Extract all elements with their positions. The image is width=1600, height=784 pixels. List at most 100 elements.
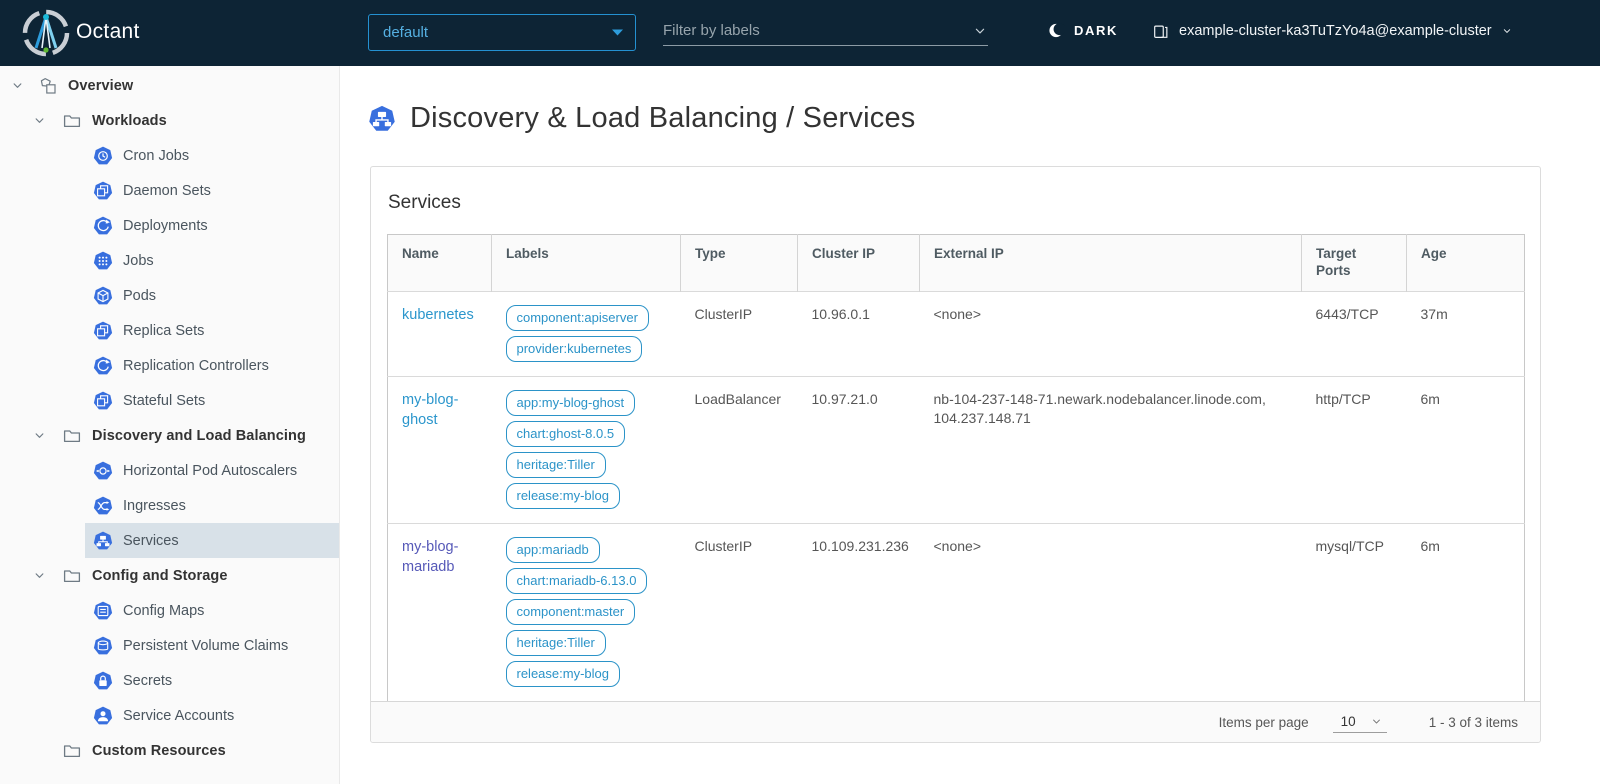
sidebar-item-label: Replication Controllers <box>123 358 269 374</box>
chevron-down-icon[interactable] <box>8 77 26 95</box>
sidebar-item-replication-controllers[interactable]: Replication Controllers <box>85 348 339 383</box>
label-pill[interactable]: component:master <box>506 599 636 625</box>
sidebar-item-ingresses[interactable]: Ingresses <box>85 488 339 523</box>
sidebar-item-label: Discovery and Load Balancing <box>92 428 306 444</box>
sidebar-item-label: Workloads <box>92 113 167 129</box>
octant-logo[interactable] <box>22 9 70 57</box>
sidebar-item-services[interactable]: Services <box>85 523 339 558</box>
sidebar-item-deployments[interactable]: Deployments <box>85 208 339 243</box>
cell-cluster-ip: 10.97.21.0 <box>798 377 920 524</box>
items-per-page-label: Items per page <box>1219 715 1309 730</box>
sidebar-item-label: Cron Jobs <box>123 148 189 164</box>
app-title[interactable]: Octant <box>76 20 140 44</box>
sidebar-group-custom-resources[interactable]: Custom Resources <box>0 733 339 768</box>
sidebar-item-label: Deployments <box>123 218 208 234</box>
sidebar-item-secrets[interactable]: Secrets <box>85 663 339 698</box>
label-pill[interactable]: heritage:Tiller <box>506 452 606 478</box>
label-pill[interactable]: chart:mariadb-6.13.0 <box>506 568 648 594</box>
chevron-placeholder <box>30 742 48 760</box>
app-header: Octant default DARK example-cluster-ka3T… <box>0 0 1600 66</box>
sidebar-item-label: Daemon Sets <box>123 183 211 199</box>
chevron-down-icon <box>1370 715 1383 728</box>
sidebar-item-overview[interactable]: Overview <box>0 68 339 103</box>
sidebar-item-label: Services <box>123 533 179 549</box>
cell-target-ports: 6443/TCP <box>1302 292 1407 377</box>
sidebar-item-config-maps[interactable]: Config Maps <box>85 593 339 628</box>
overview-icon <box>38 76 58 96</box>
label-list: app:mariadb chart:mariadb-6.13.0 compone… <box>506 537 667 687</box>
label-pill[interactable]: provider:kubernetes <box>506 336 643 362</box>
sidebar-item-label: Ingresses <box>123 498 186 514</box>
cell-external-ip: <none> <box>920 292 1302 377</box>
chevron-down-icon[interactable] <box>30 567 48 585</box>
sidebar-item-cron-jobs[interactable]: Cron Jobs <box>85 138 339 173</box>
sidebar-item-stateful-sets[interactable]: Stateful Sets <box>85 383 339 418</box>
cluster-icon <box>1152 22 1170 40</box>
sidebar-group-discovery-load-balancing[interactable]: Discovery and Load Balancing <box>0 418 339 453</box>
items-per-page-select[interactable]: 10 <box>1333 712 1387 733</box>
cell-age: 6m <box>1407 524 1525 702</box>
folder-icon <box>62 566 82 586</box>
pod-icon <box>93 286 113 306</box>
cell-type: ClusterIP <box>681 292 798 377</box>
pagination-range: 1 - 3 of 3 items <box>1429 715 1518 730</box>
sidebar-item-label: Service Accounts <box>123 708 234 724</box>
service-icon <box>368 105 396 133</box>
sidebar-item-jobs[interactable]: Jobs <box>85 243 339 278</box>
sidebar-item-persistent-volume-claims[interactable]: Persistent Volume Claims <box>85 628 339 663</box>
sidebar-group-config-and-storage[interactable]: Config and Storage <box>0 558 339 593</box>
folder-icon <box>62 426 82 446</box>
replication-controller-icon <box>93 356 113 376</box>
sidebar-item-replica-sets[interactable]: Replica Sets <box>85 313 339 348</box>
sidebar-item-daemon-sets[interactable]: Daemon Sets <box>85 173 339 208</box>
sidebar-item-label: Horizontal Pod Autoscalers <box>123 463 297 479</box>
dark-mode-label: DARK <box>1074 23 1118 38</box>
cell-age: 37m <box>1407 292 1525 377</box>
cell-cluster-ip: 10.109.231.236 <box>798 524 920 702</box>
sidebar-item-label: Stateful Sets <box>123 393 205 409</box>
column-header-target-ports: Target Ports <box>1302 235 1407 292</box>
sidebar-item-label: Persistent Volume Claims <box>123 638 288 654</box>
chevron-down-icon[interactable] <box>972 23 988 39</box>
sidebar-item-service-accounts[interactable]: Service Accounts <box>85 698 339 733</box>
cell-target-ports: http/TCP <box>1302 377 1407 524</box>
cell-age: 6m <box>1407 377 1525 524</box>
label-pill[interactable]: app:my-blog-ghost <box>506 390 636 416</box>
label-pill[interactable]: release:my-blog <box>506 661 621 687</box>
caret-down-icon <box>612 29 623 36</box>
hpa-icon <box>93 461 113 481</box>
label-pill[interactable]: app:mariadb <box>506 537 600 563</box>
sidebar-item-label: Replica Sets <box>123 323 204 339</box>
cronjob-icon <box>93 146 113 166</box>
chevron-down-icon[interactable] <box>30 112 48 130</box>
label-pill[interactable]: heritage:Tiller <box>506 630 606 656</box>
namespace-dropdown[interactable]: default <box>368 14 636 51</box>
service-icon <box>93 531 113 551</box>
label-filter <box>663 16 988 46</box>
label-pill[interactable]: release:my-blog <box>506 483 621 509</box>
sidebar-group-workloads[interactable]: Workloads <box>0 103 339 138</box>
label-filter-input[interactable] <box>663 22 972 39</box>
service-link-kubernetes[interactable]: kubernetes <box>402 307 474 323</box>
sidebar-item-label: Config Maps <box>123 603 204 619</box>
sidebar-item-pods[interactable]: Pods <box>85 278 339 313</box>
column-header-age: Age <box>1407 235 1525 292</box>
service-link-my-blog-mariadb[interactable]: my-blog-mariadb <box>402 539 458 575</box>
service-link-my-blog-ghost[interactable]: my-blog-ghost <box>402 392 458 428</box>
replicaset-icon <box>93 321 113 341</box>
main-content: Discovery & Load Balancing / Services Se… <box>340 66 1600 784</box>
table-row: my-blog-ghost app:my-blog-ghost chart:gh… <box>388 377 1525 524</box>
cluster-dropdown[interactable]: example-cluster-ka3TuTzYo4a@example-clus… <box>1152 22 1513 40</box>
chevron-down-icon[interactable] <box>30 427 48 445</box>
chevron-down-icon <box>1501 25 1513 37</box>
services-card: Services Name Labels Type Cluster IP Ext… <box>370 166 1541 743</box>
service-account-icon <box>93 706 113 726</box>
table-header-row: Name Labels Type Cluster IP External IP … <box>388 235 1525 292</box>
label-pill[interactable]: component:apiserver <box>506 305 649 331</box>
pvc-icon <box>93 636 113 656</box>
sidebar-item-horizontal-pod-autoscalers[interactable]: Horizontal Pod Autoscalers <box>85 453 339 488</box>
dark-mode-toggle[interactable]: DARK <box>1048 22 1118 39</box>
label-pill[interactable]: chart:ghost-8.0.5 <box>506 421 626 447</box>
job-icon <box>93 251 113 271</box>
cell-cluster-ip: 10.96.0.1 <box>798 292 920 377</box>
